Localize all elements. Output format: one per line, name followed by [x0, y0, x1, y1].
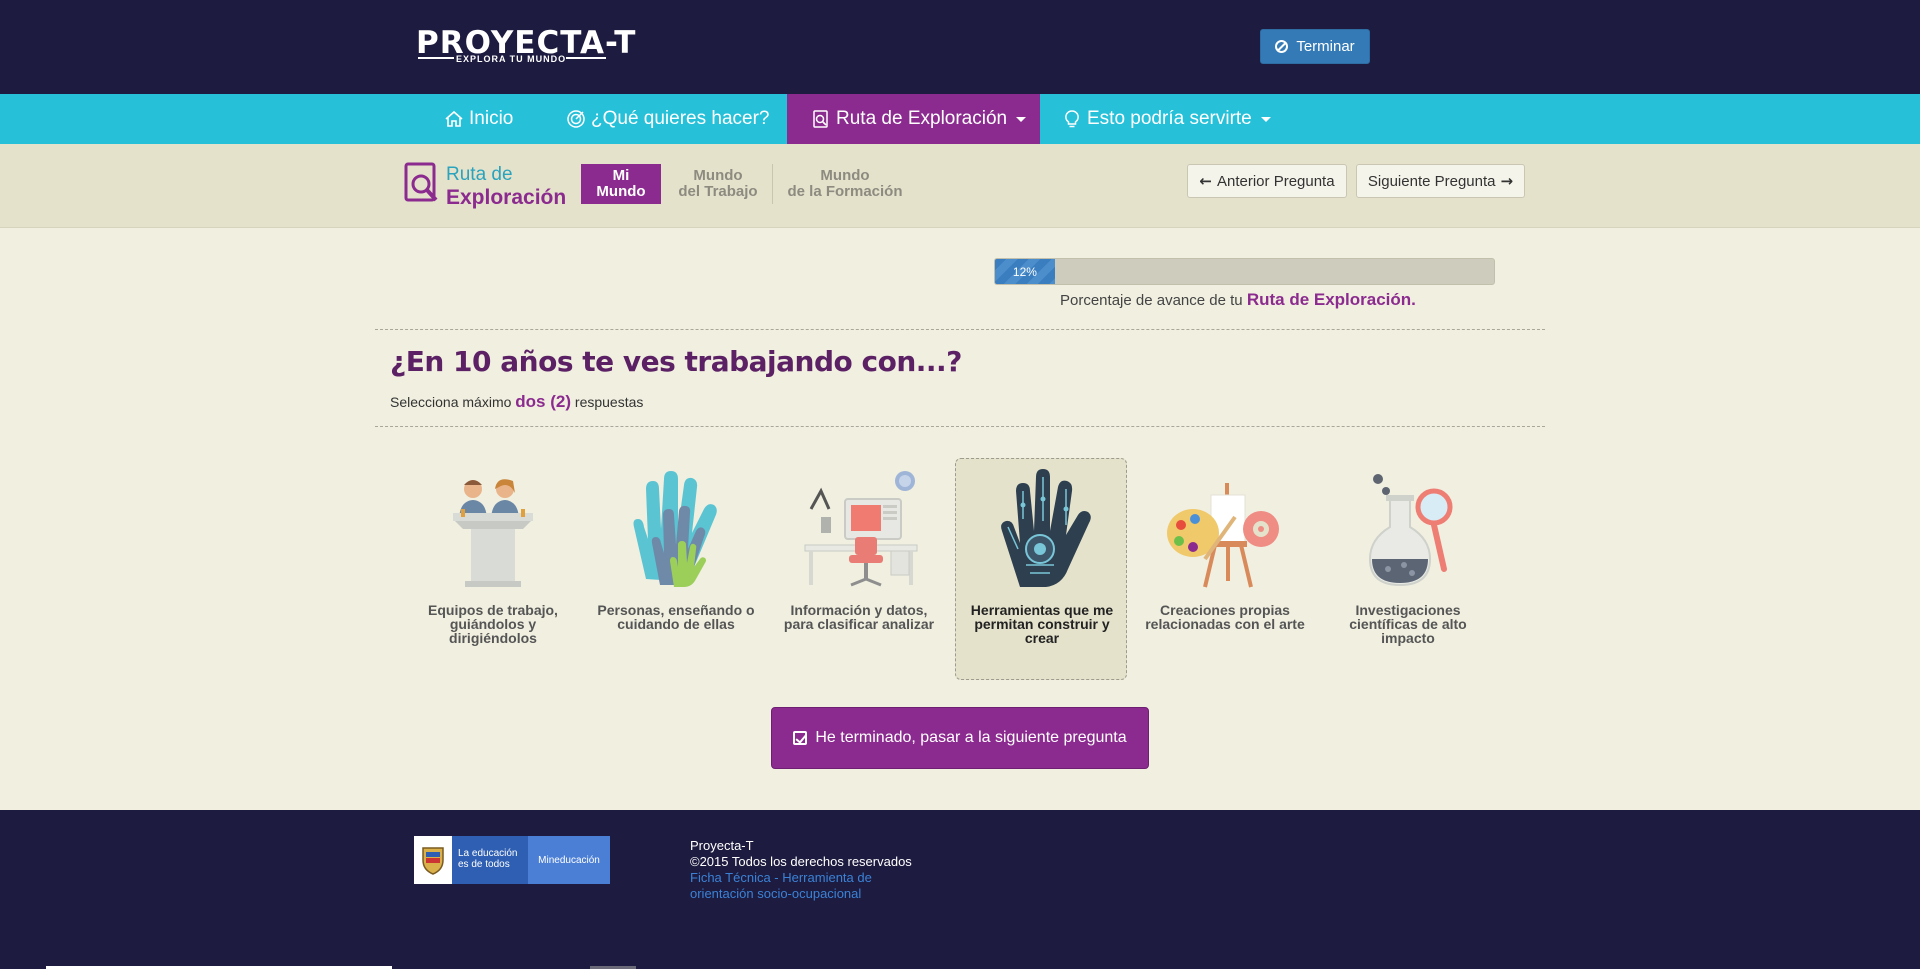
proyecta-t-logo[interactable]: PROYECTA-T EXPLORA TU MUNDO — [416, 26, 642, 66]
question-instruction: Selecciona máximo dos (2) respuestas — [390, 392, 643, 412]
progress-caption-prefix: Porcentaje de avance de tu — [1060, 292, 1243, 309]
logo-slogan-line2: es de todos — [458, 859, 510, 870]
logo-swoosh-right — [566, 57, 606, 59]
top-header: PROYECTA-T EXPLORA TU MUNDO Terminar — [0, 0, 1920, 94]
step-mi-mundo[interactable]: Mi Mundo — [581, 164, 661, 204]
progress-caption-highlight: Ruta de Exploración. — [1246, 290, 1416, 309]
step-label-line2: del Trabajo — [678, 183, 758, 200]
divider — [375, 329, 1545, 330]
option-investigaciones-cientificas[interactable]: Investigaciones científicas de alto impa… — [1321, 458, 1493, 680]
next-question-button[interactable]: Siguiente Pregunta → — [1356, 164, 1525, 198]
chevron-down-icon — [1260, 116, 1271, 122]
question-title: ¿En 10 años te ves trabajando con...? — [390, 345, 962, 378]
step-label-line1: Mundo — [820, 167, 870, 184]
chevron-down-icon — [1016, 116, 1027, 122]
logo-slogan-line1: La educación — [458, 848, 518, 859]
instruction-highlight: dos (2) — [515, 392, 572, 411]
mineducacion-logo[interactable]: La educación es de todos Mineducación — [414, 836, 610, 884]
lightbulb-icon — [1065, 110, 1079, 128]
nav-item-ruta-de-exploracion[interactable]: Ruta de Exploración — [787, 94, 1040, 144]
nav-item-label: Inicio — [469, 108, 514, 129]
progress-bar-fill: 12% — [995, 259, 1055, 284]
nav-item-label: ¿Qué quieres hacer? — [591, 108, 770, 129]
previous-question-button[interactable]: ← Anterior Pregunta — [1187, 164, 1347, 198]
step-mundo-de-la-formacion[interactable]: Mundo de la Formación — [782, 164, 908, 204]
home-icon — [445, 110, 463, 127]
target-icon — [567, 110, 585, 128]
logo-ministry: Mineducación — [528, 836, 610, 884]
nav-item-que-quieres-hacer[interactable]: ¿Qué quieres hacer? — [566, 94, 770, 144]
ban-icon — [1275, 40, 1289, 53]
footer-ficha-tecnica-link[interactable]: Ficha Técnica - Herramienta de orientaci… — [690, 870, 900, 902]
logo-tagline: EXPLORA TU MUNDO — [456, 54, 567, 64]
divider — [375, 426, 1545, 427]
footer-info: Proyecta-T ©2015 Todos los derechos rese… — [690, 838, 912, 902]
ruta-title-line1: Ruta de — [446, 164, 513, 185]
option-label: Equipos de trabajo, guiándolos y dirigié… — [428, 602, 558, 646]
option-label: Personas, enseñando o cuidando de ellas — [597, 602, 755, 632]
logo-slogan: La educación es de todos — [452, 836, 528, 884]
progress-caption: Porcentaje de avance de tu Ruta de Explo… — [1060, 290, 1416, 310]
footer-site-name: Proyecta-T — [690, 838, 754, 853]
option-personas[interactable]: Personas, enseñando o cuidando de ellas — [589, 458, 761, 680]
option-equipos-de-trabajo[interactable]: Equipos de trabajo, guiándolos y dirigié… — [406, 458, 578, 680]
finish-button[interactable]: Terminar — [1260, 29, 1370, 64]
progress-percent-label: 12% — [1012, 264, 1037, 279]
option-label: Creaciones propias relacionadas con el a… — [1145, 602, 1305, 632]
hands-icon — [633, 471, 717, 587]
nav-item-inicio[interactable]: Inicio — [444, 94, 513, 144]
previous-question-label: Anterior Pregunta — [1217, 172, 1335, 190]
checkbox-checked-icon — [793, 731, 808, 745]
option-herramientas[interactable]: Herramientas que me permitan construir y… — [955, 458, 1127, 680]
submit-answer-button[interactable]: He terminado, pasar a la siguiente pregu… — [771, 707, 1149, 769]
team-podium-icon — [453, 479, 533, 587]
flask-magnifier-icon — [1368, 474, 1453, 587]
next-question-label: Siguiente Pregunta — [1367, 172, 1496, 190]
arrow-left-icon: ← — [1199, 172, 1212, 190]
option-label: Información y datos, para clasificar ana… — [783, 602, 935, 632]
step-label-line1: Mi — [612, 167, 630, 184]
main-nav: Inicio ¿Qué quieres hacer? Ruta de Explo… — [0, 94, 1920, 144]
arrow-right-icon: → — [1500, 172, 1514, 190]
step-mundo-del-trabajo[interactable]: Mundo del Trabajo — [672, 164, 764, 204]
coat-of-arms-icon — [414, 836, 452, 884]
desk-computer-icon — [804, 471, 918, 587]
step-label-line2: Mundo — [596, 183, 646, 200]
option-creaciones-propias[interactable]: Creaciones propias relacionadas con el a… — [1138, 458, 1310, 680]
step-label-line2: de la Formación — [787, 183, 903, 200]
footer: La educación es de todos Mineducación Pr… — [0, 810, 1920, 969]
ruta-title-line2: Exploración — [446, 186, 567, 209]
logo-swoosh-left — [418, 57, 454, 59]
option-label: Herramientas que me permitan construir y… — [970, 602, 1114, 646]
ruta-exploracion-icon — [404, 162, 438, 202]
section-subheader: Ruta de Exploración Mi Mundo Mundo del Tra… — [0, 144, 1920, 228]
footer-copyright: ©2015 Todos los derechos reservados — [690, 854, 912, 869]
robot-hand-icon — [1001, 469, 1091, 587]
palette-easel-icon — [1167, 483, 1279, 588]
step-divider — [772, 164, 773, 204]
instruction-prefix: Selecciona máximo — [390, 394, 512, 410]
option-label: Investigaciones científicas de alto impa… — [1349, 602, 1467, 646]
step-label-line1: Mundo — [693, 167, 743, 184]
submit-answer-label: He terminado, pasar a la siguiente pregu… — [815, 729, 1127, 746]
search-document-icon — [813, 110, 828, 128]
nav-item-label: Esto podría servirte — [1087, 108, 1252, 129]
option-informacion-y-datos[interactable]: Información y datos, para clasificar ana… — [772, 458, 944, 680]
nav-item-esto-podria-servirte[interactable]: Esto podría servirte — [1062, 94, 1271, 144]
progress-bar: 12% — [994, 258, 1495, 285]
finish-button-label: Terminar — [1296, 38, 1355, 55]
nav-item-label: Ruta de Exploración — [836, 108, 1008, 129]
instruction-suffix: respuestas — [574, 394, 644, 410]
